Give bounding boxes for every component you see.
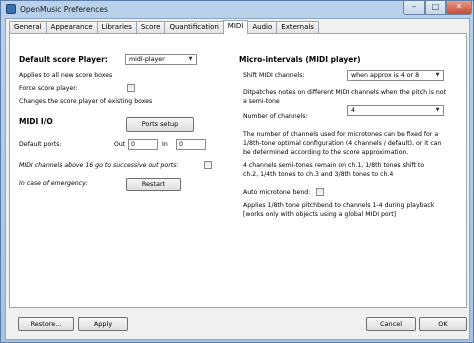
restore-button[interactable]: Restore... — [18, 317, 74, 331]
score-player-header: Default score Player: — [19, 55, 108, 64]
tab-general[interactable]: General — [9, 21, 47, 33]
midi-io-header: MIDI I/O — [19, 117, 53, 126]
dispatch-text-line2: a semi-tone — [243, 98, 280, 105]
midi-panel: Default score Player: midi-player ▼ Appl… — [9, 33, 467, 308]
score-player-select[interactable]: midi-player ▼ — [125, 54, 197, 65]
default-ports-label: Default ports: — [19, 141, 62, 148]
auto-bend-checkbox[interactable] — [316, 188, 324, 196]
midi-channels-checkbox[interactable] — [204, 161, 212, 169]
preferences-window: OpenMusic Preferences – □ ✕ General Appe… — [0, 0, 474, 343]
num-channels-select[interactable]: 4 ▼ — [347, 105, 444, 116]
in-port-field[interactable]: 0 — [176, 139, 206, 150]
maximize-button[interactable]: □ — [425, 1, 446, 15]
tab-quantification[interactable]: Quantification — [164, 21, 224, 33]
score-player-value: midi-player — [129, 56, 165, 63]
out-port-field[interactable]: 0 — [128, 139, 158, 150]
info-text-line2: 1/8th-tone optimal configuration (4 chan… — [243, 140, 442, 147]
info-text-line1: The number of channels used for microton… — [243, 131, 439, 138]
chevron-down-icon: ▼ — [188, 56, 193, 62]
dialog-client: General Appearance Libraries Score Quant… — [5, 18, 470, 340]
applies-pitchbend-line2: [works only with objects using a global … — [243, 211, 397, 218]
force-player-label: Force score player: — [19, 85, 78, 92]
midi-channels-label: MIDI channels above 16 go to successive … — [19, 162, 179, 169]
in-port-label: In — [162, 141, 168, 148]
applies-text: Applies to all new score boxes — [19, 72, 113, 79]
dispatch-text-line1: Ditpatches notes on different MIDI chann… — [243, 89, 447, 96]
force-player-checkbox[interactable] — [127, 84, 135, 92]
minimize-button[interactable]: – — [403, 1, 425, 15]
apply-button[interactable]: Apply — [78, 317, 128, 331]
tab-libraries[interactable]: Libraries — [96, 21, 137, 33]
window-title: OpenMusic Preferences — [20, 5, 108, 14]
tab-appearance[interactable]: Appearance — [45, 21, 98, 33]
chevron-down-icon: ▼ — [435, 107, 440, 113]
info-text-line4: 4 channels semi-tones remain on ch.1, 1/… — [243, 162, 425, 169]
shift-channels-select[interactable]: when approx is 4 or 8 ▼ — [347, 70, 444, 81]
restart-button[interactable]: Restart — [126, 178, 181, 191]
shift-channels-label: Shift MIDI channels: — [243, 72, 305, 79]
changes-text: Changes the score player of existing box… — [19, 98, 153, 105]
cancel-button[interactable]: Cancel — [366, 317, 416, 331]
tab-midi[interactable]: MIDI — [222, 20, 249, 34]
ok-button[interactable]: OK — [419, 317, 467, 331]
emergency-label: In case of emergency: — [19, 180, 88, 187]
close-button[interactable]: ✕ — [446, 1, 472, 15]
microintervals-header: Micro-intervals (MIDI player) — [239, 55, 361, 64]
tab-externals[interactable]: Externals — [276, 21, 319, 33]
tab-score[interactable]: Score — [135, 21, 166, 33]
info-text-line5: ch.2, 1/4th tones to ch.3 and 3/8th tone… — [243, 171, 394, 178]
title-bar[interactable]: OpenMusic Preferences – □ ✕ — [1, 1, 473, 18]
shift-channels-value: when approx is 4 or 8 — [351, 72, 420, 79]
out-port-label: Out — [114, 141, 126, 148]
app-icon — [6, 4, 16, 14]
num-channels-label: Number of channels: — [243, 113, 308, 120]
tab-audio[interactable]: Audio — [247, 21, 278, 33]
ports-setup-button[interactable]: Ports setup — [126, 117, 194, 132]
info-text-line3: be determined according to the score app… — [243, 149, 409, 156]
auto-bend-label: Auto microtone bend: — [243, 189, 311, 196]
tab-bar: General Appearance Libraries Score Quant… — [9, 20, 319, 34]
applies-pitchbend-line1: Applies 1/8th tone pitchbend to channels… — [243, 202, 435, 209]
num-channels-value: 4 — [351, 107, 356, 114]
chevron-down-icon: ▼ — [435, 72, 440, 78]
